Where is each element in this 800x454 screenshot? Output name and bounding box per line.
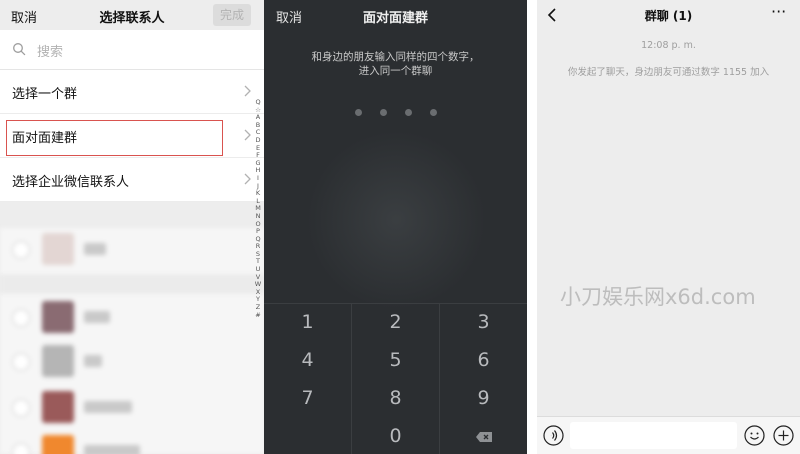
chevron-right-icon: [244, 173, 251, 185]
list-item[interactable]: [0, 296, 264, 340]
key-0[interactable]: 0: [352, 418, 439, 454]
backspace-key[interactable]: [440, 418, 527, 454]
message-input[interactable]: [570, 422, 737, 449]
chat-input-bar: [537, 416, 800, 454]
chevron-right-icon: [244, 85, 251, 97]
emoji-icon[interactable]: [744, 425, 765, 446]
background-glow: [306, 130, 486, 310]
avatar: [42, 345, 74, 377]
code-dots: [264, 101, 527, 120]
select-radio[interactable]: [12, 443, 30, 454]
contact-list: [0, 228, 264, 454]
list-item[interactable]: [0, 430, 264, 454]
search-bar[interactable]: 搜索: [0, 30, 264, 70]
key-6[interactable]: 6: [440, 342, 527, 379]
key-8[interactable]: 8: [352, 380, 439, 417]
key-2[interactable]: 2: [352, 304, 439, 341]
contact-name: [84, 355, 102, 367]
key-3[interactable]: 3: [440, 304, 527, 341]
list-item[interactable]: [0, 228, 264, 272]
avatar: [42, 233, 74, 265]
contact-name: [84, 445, 140, 454]
select-radio[interactable]: [12, 353, 30, 371]
instruction-line: 进入同一个群聊: [358, 65, 433, 77]
index-letter[interactable]: #: [252, 311, 264, 320]
timestamp: 12:08 p. m.: [641, 40, 696, 51]
option-label: 选择企业微信联系人: [12, 175, 130, 190]
search-icon: [13, 43, 26, 56]
section-header: [0, 206, 264, 228]
instruction-line: 和身边的朋友输入同样的四个数字，: [311, 51, 480, 63]
nav-bar: 取消 选择联系人 完成: [0, 0, 264, 30]
avatar: [42, 391, 74, 423]
key-4[interactable]: 4: [264, 342, 351, 379]
key-9[interactable]: 9: [440, 380, 527, 417]
enterprise-contacts-option[interactable]: 选择企业微信联系人: [0, 158, 264, 202]
section-header: [0, 274, 264, 294]
option-label: 选择一个群: [12, 87, 78, 102]
watermark: 小刀娱乐网x6d.com: [560, 285, 756, 309]
chat-title: 群聊 (1): [644, 9, 693, 23]
system-message: 你发起了聊天，身边朋友可通过数字 1155 加入: [567, 67, 770, 78]
search-input[interactable]: 搜索: [37, 41, 63, 60]
select-radio[interactable]: [12, 399, 30, 417]
key-5[interactable]: 5: [352, 342, 439, 379]
contact-name: [84, 243, 106, 255]
group-chat-panel: 群聊 (1) ··· 12:08 p. m. 你发起了聊天，身边朋友可通过数字 …: [537, 0, 800, 454]
code-dot: [429, 109, 437, 116]
select-radio[interactable]: [12, 241, 30, 259]
contact-name: [84, 401, 132, 413]
select-radio[interactable]: [12, 309, 30, 327]
highlight-box: [6, 120, 223, 156]
page-title: 面对面建群: [362, 11, 428, 26]
list-item[interactable]: [0, 386, 264, 430]
backspace-icon: [475, 431, 492, 442]
select-group-option[interactable]: 选择一个群: [0, 70, 264, 114]
face-to-face-panel: 取消 面对面建群 和身边的朋友输入同样的四个数字， 进入同一个群聊 1 2 3 …: [264, 0, 527, 454]
more-button[interactable]: ···: [771, 2, 786, 21]
select-contacts-panel: 取消 选择联系人 完成 搜索 选择一个群 面对面建群 选择企业微信联系人 Q ☆…: [0, 0, 264, 454]
code-dot: [404, 109, 412, 116]
number-keypad: 1 2 3 4 5 6 7 8 9 0: [264, 303, 527, 454]
avatar: [42, 301, 74, 333]
instruction-text: 和身边的朋友输入同样的四个数字， 进入同一个群聊: [264, 50, 527, 78]
contact-name: [84, 311, 110, 323]
voice-icon[interactable]: [543, 425, 564, 446]
chevron-right-icon: [244, 129, 251, 141]
avatar: [42, 435, 74, 454]
list-item[interactable]: [0, 340, 264, 384]
key-1[interactable]: 1: [264, 304, 351, 341]
done-button[interactable]: 完成: [213, 4, 251, 26]
plus-icon[interactable]: [773, 425, 794, 446]
alphabet-index[interactable]: Q ☆ A B C D E F G H I J K L M N O P Q R S T U V W X Y Z #: [252, 98, 264, 320]
code-dot: [354, 109, 362, 116]
code-dot: [379, 109, 387, 116]
key-7[interactable]: 7: [264, 380, 351, 417]
